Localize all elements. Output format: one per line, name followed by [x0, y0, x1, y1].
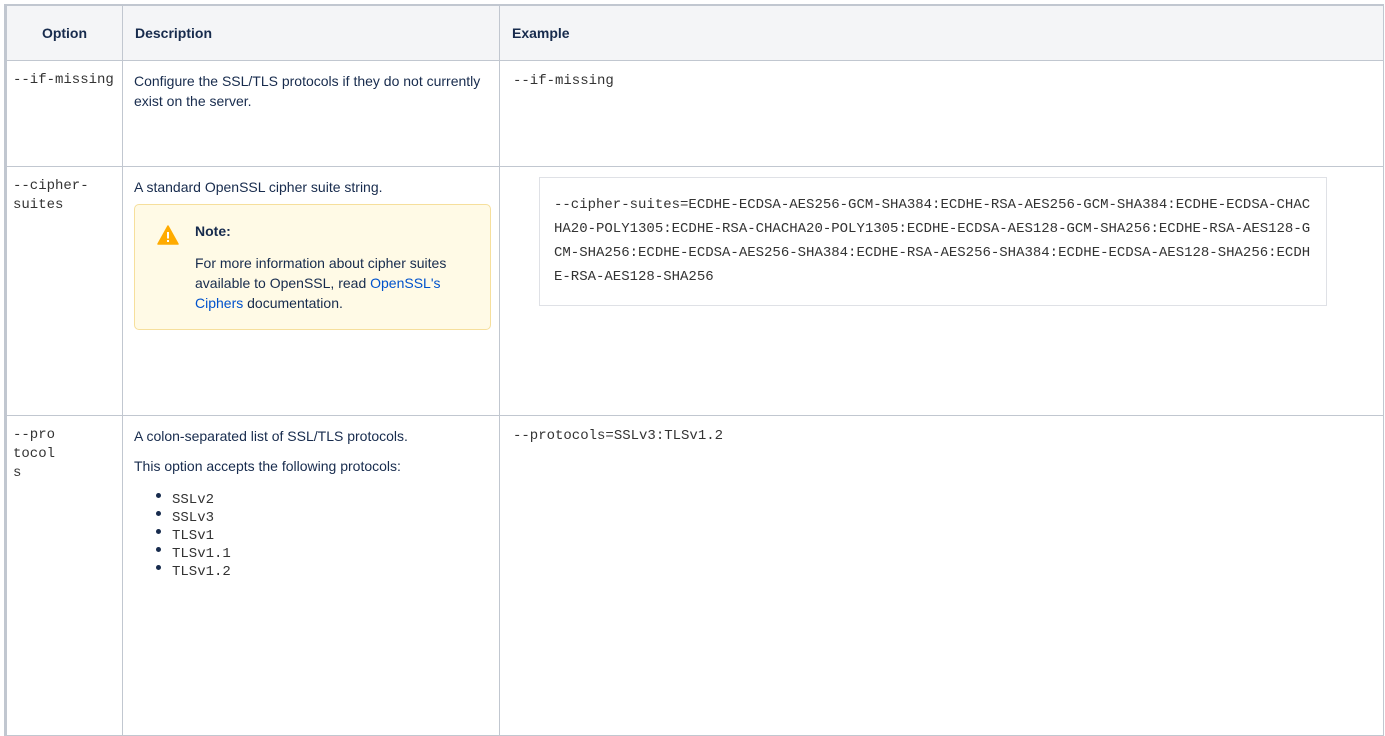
header-row: Option Description Example: [4, 4, 1384, 61]
note-text-end: documentation.: [243, 295, 343, 311]
example-cell: --cipher-suites=ECDHE-ECDSA-AES256-GCM-S…: [499, 166, 1384, 416]
list-item: SSLv3: [154, 509, 489, 527]
header-example: Example: [499, 4, 1384, 61]
code-block: --cipher-suites=ECDHE-ECDSA-AES256-GCM-S…: [539, 177, 1327, 306]
description-text: A colon-separated list of SSL/TLS protoc…: [134, 428, 408, 444]
table-row: --cipher-suites A standard OpenSSL ciphe…: [4, 166, 1384, 416]
list-item: TLSv1.2: [154, 563, 489, 581]
description-text: Configure the SSL/TLS protocols if they …: [134, 73, 481, 109]
example-cell: --protocols=SSLv3:TLSv1.2: [499, 415, 1384, 736]
description-text-2: This option accepts the following protoc…: [134, 458, 401, 474]
option-cipher-suites: --cipher-suites: [4, 166, 123, 416]
option-if-missing: --if-missing: [4, 60, 123, 167]
description-cell: A colon-separated list of SSL/TLS protoc…: [122, 415, 500, 736]
protocol-list: SSLv2 SSLv3 TLSv1 TLSv1.1 TLSv1.2: [134, 491, 489, 581]
description-cell: A standard OpenSSL cipher suite string. …: [122, 166, 500, 416]
example-cell: --if-missing: [499, 60, 1384, 167]
table-row: --if-missing Configure the SSL/TLS proto…: [4, 60, 1384, 167]
list-item: TLSv1.1: [154, 545, 489, 563]
options-table: Option Description Example --if-missing …: [4, 4, 1384, 736]
list-item: TLSv1: [154, 527, 489, 545]
note-body: For more information about cipher suites…: [195, 253, 474, 313]
header-option: Option: [4, 4, 123, 61]
header-description: Description: [122, 4, 500, 61]
option-protocols: --protocols: [4, 415, 123, 736]
option-protocols-text: --protocols: [13, 427, 56, 481]
list-item: SSLv2: [154, 491, 489, 509]
note-panel: Note: For more information about cipher …: [134, 204, 491, 330]
warning-triangle-icon: [157, 225, 179, 245]
note-title: Note:: [195, 223, 231, 239]
description-text: A standard OpenSSL cipher suite string.: [134, 179, 383, 195]
table-row: --protocols A colon-separated list of SS…: [4, 415, 1384, 736]
description-cell: Configure the SSL/TLS protocols if they …: [122, 60, 500, 167]
